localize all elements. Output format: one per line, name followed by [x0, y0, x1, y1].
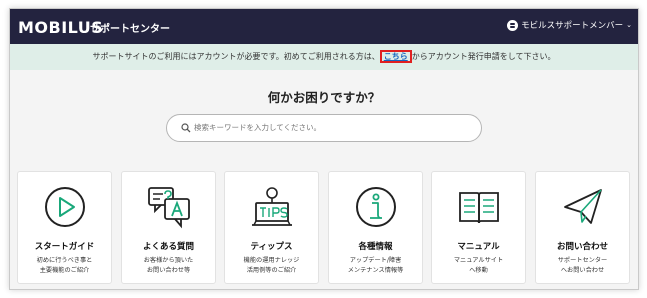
- lightbulb-tips-icon: [252, 187, 292, 226]
- account-request-link[interactable]: こちら: [379, 50, 412, 63]
- search-input[interactable]: [194, 119, 464, 136]
- play-circle-icon: [45, 187, 85, 227]
- search-icon: [181, 123, 191, 133]
- card-info[interactable]: 各種情報 アップデート/障害 メンテナンス情報等: [328, 171, 423, 284]
- chevron-down-icon: ⌄: [626, 21, 632, 29]
- speech-bubbles-qa-icon: [148, 187, 190, 229]
- card-contact[interactable]: お問い合わせ サポートセンター へお問い合わせ: [535, 171, 630, 284]
- user-menu[interactable]: モビルスサポートメンバー ⌄: [507, 19, 632, 31]
- card-start-guide[interactable]: スタートガイド 初めに行うべき事と 主要機能のご紹介: [17, 171, 112, 284]
- search-box[interactable]: [166, 114, 482, 142]
- card-tips[interactable]: ティップス 機能の運用ナレッジ 活用例等のご紹介: [224, 171, 319, 284]
- card-title: スタートガイド: [34, 242, 95, 252]
- card-title: ティップス: [250, 242, 293, 252]
- browser-frame: MOBILUS サポートセンター モビルスサポートメンバー ⌄ サポートサイトの…: [9, 8, 639, 290]
- paper-plane-icon: [564, 189, 602, 224]
- card-title: マニュアル: [457, 242, 500, 252]
- user-avatar-icon: [507, 19, 519, 31]
- top-nav-bar: MOBILUS サポートセンター モビルスサポートメンバー ⌄: [10, 9, 638, 44]
- card-description: マニュアルサイト へ移動: [453, 257, 504, 274]
- account-notice-bar: サポートサイトのご利用にはアカウントが必要です。初めてご利用される方は、 こちらか…: [10, 44, 638, 70]
- site-title[interactable]: サポートセンター: [90, 20, 170, 35]
- book-icon: [459, 192, 499, 224]
- page-heading: 何かお困りですか？: [267, 90, 381, 105]
- notice-text-before: サポートサイトのご利用にはアカウントが必要です。初めてご利用される方は、: [92, 52, 380, 61]
- card-description: サポートセンター へお問い合わせ: [557, 257, 608, 274]
- card-title: よくある質問: [142, 242, 194, 252]
- card-description: 初めに行うべき事と 主要機能のご紹介: [36, 257, 93, 274]
- info-circle-icon: [356, 187, 396, 227]
- notice-text-after: からアカウント発行申請をして下さい。: [411, 52, 556, 61]
- card-title: お問い合わせ: [556, 242, 608, 252]
- card-description: お客様から頂いた お問い合わせ等: [143, 257, 194, 274]
- card-manual[interactable]: マニュアル マニュアルサイト へ移動: [431, 171, 526, 284]
- card-description: アップデート/障害 メンテナンス情報等: [347, 257, 404, 274]
- card-description: 機能の運用ナレッジ 活用例等のご紹介: [243, 257, 300, 274]
- card-title: 各種情報: [358, 242, 393, 252]
- user-name: モビルスサポートメンバー: [521, 21, 624, 31]
- card-faq[interactable]: よくある質問 お客様から頂いた お問い合わせ等: [121, 171, 216, 284]
